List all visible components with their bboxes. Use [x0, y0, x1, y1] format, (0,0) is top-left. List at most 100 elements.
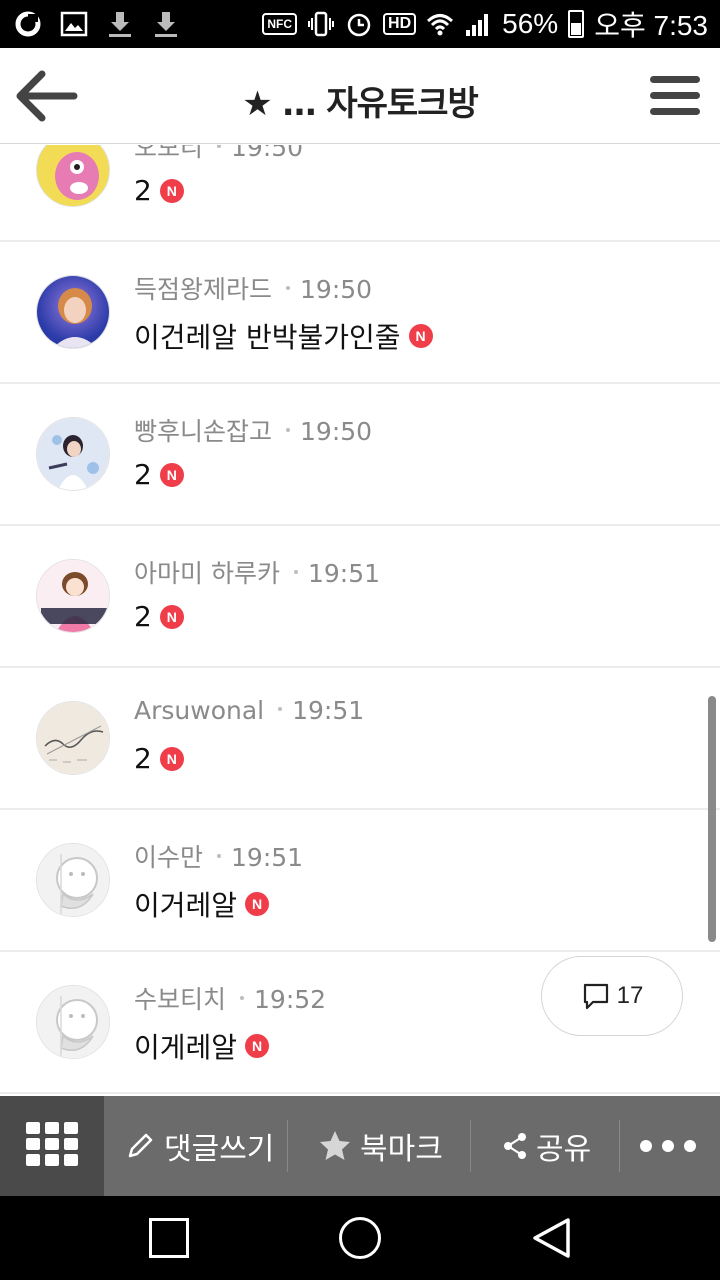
separator-dot	[217, 145, 222, 148]
signature-avatar-icon	[37, 702, 109, 774]
comment-author[interactable]: Arsuwonal	[134, 696, 264, 725]
status-notifications	[14, 8, 180, 40]
download-icon	[109, 12, 131, 37]
system-nav-bar	[0, 1196, 720, 1280]
comment-time: 19:51	[307, 559, 380, 588]
comment-meta: 이수만 19:51	[134, 838, 303, 874]
comment-author[interactable]: 수보티치	[134, 985, 226, 1014]
comment-text: 이건레알 반박불가인줄 N	[134, 316, 433, 356]
comment-list[interactable]: 오모리19:50 2N 득점왕제라드19:50 이건레알 반박불가인줄N	[0, 145, 720, 1096]
pencil-icon	[128, 1133, 153, 1158]
comment-bubble-icon	[583, 983, 608, 1010]
comment-text: 2N	[134, 600, 184, 633]
hd-voice-icon: HD	[383, 13, 417, 35]
avatar[interactable]	[36, 843, 110, 917]
anime-character-avatar-icon	[37, 560, 109, 632]
hamburger-menu-icon[interactable]	[648, 70, 702, 122]
write-comment-button[interactable]: 댓글쓰기	[124, 1096, 274, 1196]
new-badge: N	[159, 462, 184, 487]
avatar[interactable]	[36, 559, 110, 633]
battery-icon	[568, 10, 585, 38]
comment-meta: Arsuwonal 19:51	[134, 696, 364, 725]
comment-body: 이게레알	[134, 1031, 238, 1064]
toolbar-divider	[287, 1120, 288, 1172]
app-notification-icon	[15, 11, 41, 37]
share-icon	[504, 1133, 526, 1159]
comment-text: 이게레알 N	[134, 1026, 270, 1066]
comment-meta: 득점왕제라드 19:50	[134, 270, 372, 306]
app-grid-button[interactable]	[0, 1096, 104, 1196]
clock: 오후 7:53	[594, 10, 708, 41]
squirrel-avatar-icon	[37, 145, 109, 206]
comment-body: 2	[134, 600, 152, 633]
scrollbar[interactable]	[708, 696, 716, 942]
comment-author[interactable]: 아마미 하루카	[134, 559, 280, 588]
new-badge: N	[408, 324, 433, 348]
comment-text: 이거레알 N	[134, 884, 270, 924]
avatar[interactable]	[36, 985, 110, 1059]
comment-author[interactable]: 오모리	[134, 145, 203, 162]
new-badge: N	[245, 892, 270, 916]
comment-text: 2N	[134, 742, 184, 775]
comment-time: 19:51	[292, 696, 365, 725]
recent-apps-icon[interactable]	[149, 1218, 189, 1258]
signal-icon	[466, 14, 489, 36]
comment-item[interactable]: 빵후니손잡고 19:50 2N	[0, 384, 720, 526]
comment-meta: 빵후니손잡고 19:50	[134, 412, 372, 448]
default-avatar-icon	[37, 986, 109, 1058]
bookmark-button[interactable]: 북마크	[318, 1096, 443, 1196]
comment-item[interactable]: 아마미 하루카 19:51 2N	[0, 526, 720, 668]
bookmark-label: 북마크	[360, 1132, 443, 1167]
nav-back-icon[interactable]	[530, 1216, 572, 1260]
alarm-icon	[347, 13, 371, 37]
comment-item[interactable]: 득점왕제라드 19:50 이건레알 반박불가인줄 N	[0, 242, 720, 384]
avatar[interactable]	[36, 701, 110, 775]
share-label: 공유	[536, 1132, 592, 1167]
comment-author[interactable]: 빵후니손잡고	[134, 417, 272, 446]
home-icon[interactable]	[339, 1217, 381, 1259]
gallery-icon	[60, 11, 88, 37]
separator-dot	[286, 286, 291, 290]
user-photo-avatar-icon	[37, 418, 109, 490]
comment-body: 이건레알 반박불가인줄	[134, 321, 401, 354]
nfc-icon: NFC	[262, 13, 298, 35]
comment-text: 2N	[134, 458, 184, 491]
comment-item[interactable]: 오모리 19:50 2N	[0, 145, 720, 242]
status-bar: NFC HD 56% 오후 7:53	[0, 0, 720, 48]
battery-percent: 56%	[502, 8, 559, 39]
comment-body: 2	[134, 174, 152, 207]
avatar[interactable]	[36, 275, 110, 349]
wifi-icon	[427, 14, 454, 36]
share-button[interactable]: 공유	[502, 1096, 591, 1196]
comment-time: 19:51	[231, 843, 304, 872]
comment-body: 2	[134, 742, 152, 775]
comment-meta: 아마미 하루카 19:51	[134, 554, 380, 590]
comment-item[interactable]: 이수만 19:51 이거레알 N	[0, 810, 720, 952]
star-icon	[320, 1131, 350, 1160]
vibrate-icon	[308, 11, 335, 37]
app-header: ★ … 자유토크방	[0, 48, 720, 144]
user-photo-avatar-icon	[37, 276, 109, 348]
avatar[interactable]	[36, 145, 110, 207]
grid-icon	[26, 1122, 78, 1170]
comment-body: 이거레알	[134, 889, 238, 922]
bottom-toolbar: 댓글쓰기 북마크 공유	[0, 1096, 720, 1196]
comment-author[interactable]: 득점왕제라드	[134, 275, 272, 304]
download-icon-2	[155, 12, 177, 37]
comment-item[interactable]: Arsuwonal 19:51 2N	[0, 668, 720, 810]
comment-time: 19:52	[254, 985, 327, 1014]
avatar[interactable]	[36, 417, 110, 491]
comment-body: 2	[134, 458, 152, 491]
comment-author[interactable]: 이수만	[134, 843, 203, 872]
comment-meta: 수보티치 19:52	[134, 980, 326, 1016]
write-comment-label: 댓글쓰기	[164, 1132, 275, 1167]
more-options-icon[interactable]	[640, 1136, 700, 1156]
comment-meta: 오모리 19:50	[134, 145, 303, 164]
page-title: ★ … 자유토크방	[242, 84, 479, 124]
toolbar-divider	[619, 1120, 620, 1172]
separator-dot	[217, 854, 222, 858]
status-indicators: NFC HD 56% 오후 7:53	[262, 8, 708, 41]
comment-count-button[interactable]: 17	[541, 956, 683, 1036]
comment-text: 2N	[134, 174, 184, 207]
default-avatar-icon	[37, 844, 109, 916]
